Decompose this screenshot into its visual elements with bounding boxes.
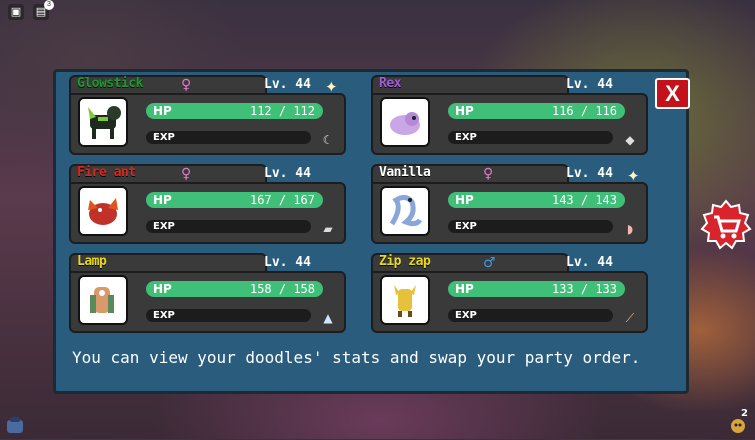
doodle-portrait <box>380 186 430 236</box>
doodle-party-icon[interactable]: 2 <box>727 408 749 436</box>
party-slot-6[interactable]: Zip zap ♂ Lv. 44 HP 133 / 133 EXP ⟋ <box>371 253 648 333</box>
party-count-badge: 2 <box>741 408 748 419</box>
doodle-portrait <box>380 97 430 147</box>
exp-bar: EXP <box>146 131 311 144</box>
gender-male-icon: ♂ <box>483 255 496 271</box>
hp-bar: HP 112 / 112 <box>146 103 323 119</box>
gender-female-icon: ♀ <box>181 77 192 93</box>
shop-cart-icon[interactable] <box>700 199 752 251</box>
gender-female-icon: ♀ <box>483 166 494 182</box>
crystal-icon: ▲ <box>323 311 333 325</box>
close-button[interactable]: X <box>655 78 690 109</box>
menu-icon[interactable]: ▣ <box>8 4 24 20</box>
chat-icon[interactable]: ▤ 3 <box>33 0 54 20</box>
doodle-portrait <box>78 275 128 325</box>
hp-bar: HP 116 / 116 <box>448 103 625 119</box>
level-label: Lv. 44 <box>566 166 613 181</box>
party-slot-2[interactable]: Rex Lv. 44 HP 116 / 116 EXP ◆ <box>371 75 648 155</box>
chat-badge: 3 <box>44 0 54 10</box>
doodle-portrait <box>380 275 430 325</box>
exp-bar: EXP <box>448 131 613 144</box>
hp-value: 167 / 167 <box>249 193 315 207</box>
doodle-portrait <box>78 186 128 236</box>
exp-bar: EXP <box>146 309 311 322</box>
doodle-name: Glowstick <box>77 76 143 91</box>
hp-bar: HP 158 / 158 <box>146 281 323 297</box>
party-slot-4[interactable]: Vanilla ♀ Lv. 44 ✦ HP 143 / 143 EXP ◗ <box>371 164 648 244</box>
doodle-name: Fire ant <box>77 165 136 180</box>
party-description: You can view your doodles' stats and swa… <box>72 348 641 367</box>
exp-bar: EXP <box>146 220 311 233</box>
level-label: Lv. 44 <box>264 77 311 92</box>
level-label: Lv. 44 <box>566 255 613 270</box>
hp-value: 116 / 116 <box>551 104 617 118</box>
hp-value: 143 / 143 <box>551 193 617 207</box>
party-slot-1[interactable]: Glowstick ♀ Lv. 44 ✦ HP 112 / 112 EXP ☾ <box>69 75 346 155</box>
party-slot-3[interactable]: Fire ant ♀ Lv. 44 HP 167 / 167 EXP ▰ <box>69 164 346 244</box>
level-label: Lv. 44 <box>566 77 613 92</box>
doodle-name: Zip zap <box>379 254 431 269</box>
hp-bar: HP 143 / 143 <box>448 192 625 208</box>
hp-bar: HP 167 / 167 <box>146 192 323 208</box>
bread-icon: ▰ <box>323 222 333 236</box>
hp-value: 158 / 158 <box>249 282 315 296</box>
backpack-icon[interactable] <box>4 414 26 436</box>
doodle-name: Vanilla <box>379 165 431 180</box>
brush-icon: ⟋ <box>625 311 635 325</box>
sparkle-icon: ✦ <box>627 167 640 185</box>
sparkle-icon: ✦ <box>325 78 338 96</box>
shell-icon: ◗ <box>626 222 634 236</box>
doodle-name: Lamp <box>77 254 107 269</box>
level-label: Lv. 44 <box>264 166 311 181</box>
level-label: Lv. 44 <box>264 255 311 270</box>
exp-bar: EXP <box>448 309 613 322</box>
party-slot-5[interactable]: Lamp Lv. 44 HP 158 / 158 EXP ▲ <box>69 253 346 333</box>
hp-value: 112 / 112 <box>249 104 315 118</box>
moon-icon: ☾ <box>322 133 334 147</box>
gender-female-icon: ♀ <box>181 166 192 182</box>
exp-bar: EXP <box>448 220 613 233</box>
doodle-name: Rex <box>379 76 401 91</box>
hp-value: 133 / 133 <box>551 282 617 296</box>
hp-bar: HP 133 / 133 <box>448 281 625 297</box>
doodle-portrait <box>78 97 128 147</box>
party-panel: Glowstick ♀ Lv. 44 ✦ HP 112 / 112 EXP ☾ … <box>53 69 689 394</box>
bag-icon: ◆ <box>625 133 635 147</box>
